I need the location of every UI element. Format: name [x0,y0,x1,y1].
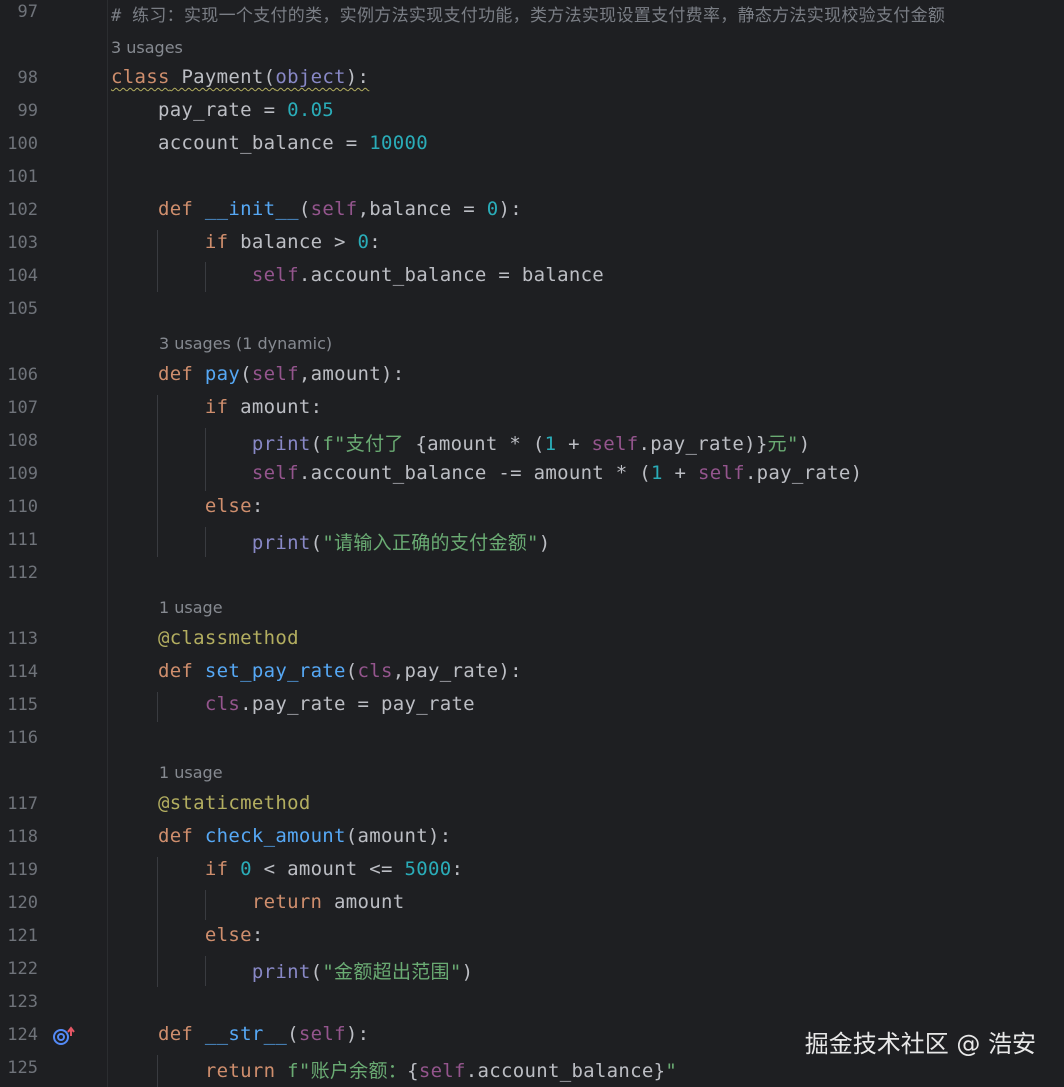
line-number: 113 [7,629,38,649]
line-number: 118 [7,827,38,847]
line-number: 111 [7,530,38,550]
inlay-hint-row: 1 usage [0,756,1064,789]
override-up-arrow-icon[interactable] [52,1025,76,1047]
code-line[interactable]: 121 else: [0,920,1064,953]
line-number: 105 [7,299,38,319]
code-line[interactable]: 118 def check_amount(amount): [0,821,1064,854]
line-number: 119 [7,860,38,880]
line-number: 104 [7,266,38,286]
line-number: 107 [7,398,38,418]
code-line[interactable]: 123 [0,986,1064,1019]
code-line[interactable]: 119 if 0 < amount <= 5000: [0,854,1064,887]
code-line[interactable]: 100 account_balance = 10000 [0,128,1064,161]
line-number: 116 [7,728,38,748]
class-name: Payment( [169,66,276,88]
usages-hint[interactable]: 3 usages [111,38,183,57]
usages-hint[interactable]: 1 usage [159,598,223,617]
code-line[interactable]: 113 @classmethod [0,623,1064,656]
keyword: class [111,66,170,88]
line-number: 123 [7,992,38,1012]
code-line[interactable]: 110 else: [0,491,1064,524]
code-line[interactable]: 117 @staticmethod [0,788,1064,821]
line-number: 125 [7,1058,38,1078]
watermark: 掘金技术社区 @ 浩安 [804,1030,1036,1058]
line-number: 100 [7,134,38,154]
code-line[interactable]: 102 def __init__(self,balance = 0): [0,194,1064,227]
line-number: 117 [7,794,38,814]
line-number: 124 [7,1025,38,1045]
code-line[interactable]: 109 self.account_balance -= amount * (1 … [0,458,1064,491]
code-line[interactable]: 106 def pay(self,amount): [0,359,1064,392]
line-number: 101 [7,167,38,187]
code-line[interactable]: 111 print("请输入正确的支付金额") [0,524,1064,557]
code-line[interactable]: 97 # 练习：实现一个支付的类，实例方法实现支付功能，类方法实现设置支付费率，… [0,0,1064,29]
line-number: 109 [7,464,38,484]
line-number: 106 [7,365,38,385]
comment: # 练习：实现一个支付的类，实例方法实现支付功能，类方法实现设置支付费率，静态方… [111,6,946,26]
code-line[interactable]: 108 print(f"支付了 {amount * (1 + self.pay_… [0,425,1064,458]
line-number: 103 [7,233,38,253]
code-line[interactable]: 105 [0,293,1064,326]
code-line[interactable]: 107 if amount: [0,392,1064,425]
line-number: 121 [7,926,38,946]
line-number: 110 [7,497,38,517]
line-number: 102 [7,200,38,220]
line-number: 122 [7,959,38,979]
builtin-object: object [275,66,346,88]
code-line[interactable]: 101 [0,161,1064,194]
usages-hint[interactable]: 3 usages (1 dynamic) [159,334,332,353]
inlay-hint-row: 3 usages (1 dynamic) [0,327,1064,360]
line-number: 114 [7,662,38,682]
line-number: 120 [7,893,38,913]
code-line[interactable]: 115 cls.pay_rate = pay_rate [0,689,1064,722]
code-editor[interactable]: 97 # 练习：实现一个支付的类，实例方法实现支付功能，类方法实现设置支付费率，… [0,0,1064,1087]
code-line[interactable]: 114 def set_pay_rate(cls,pay_rate): [0,656,1064,689]
inlay-hint-row: 1 usage [0,591,1064,624]
code-line[interactable]: 98 class Payment(object): [0,62,1064,95]
inlay-hint-row: 3 usages [0,31,1064,64]
code-line[interactable]: 116 [0,722,1064,755]
code-line[interactable]: 99 pay_rate = 0.05 [0,95,1064,128]
code-line[interactable]: 104 self.account_balance = balance [0,260,1064,293]
line-number: 99 [17,101,38,121]
line-number: 97 [17,2,38,22]
line-number: 108 [7,431,38,451]
usages-hint[interactable]: 1 usage [159,763,223,782]
code-line[interactable]: 122 print("金额超出范围") [0,953,1064,986]
code-line[interactable]: 120 return amount [0,887,1064,920]
line-number: 115 [7,695,38,715]
code-line[interactable]: 112 [0,557,1064,590]
line-number: 112 [7,563,38,583]
code-line[interactable]: 103 if balance > 0: [0,227,1064,260]
line-number: 98 [17,68,38,88]
